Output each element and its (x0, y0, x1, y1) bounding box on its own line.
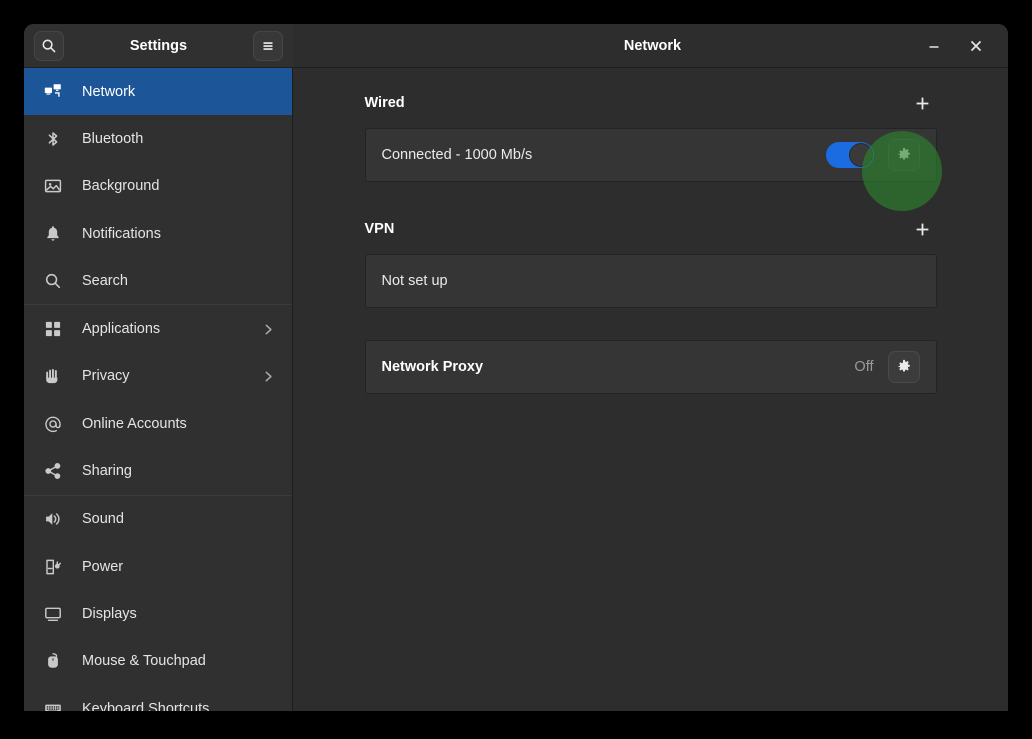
sidebar-item-search[interactable]: Search (24, 257, 292, 304)
sidebar-item-label: Search (82, 273, 276, 289)
sidebar-item-label: Network (82, 84, 276, 100)
wired-settings-button[interactable] (888, 139, 920, 171)
sidebar-item-label: Bluetooth (82, 131, 276, 147)
settings-window: Settings Network (24, 24, 1008, 711)
network-proxy-value: Off (854, 359, 873, 375)
add-vpn-button[interactable] (909, 215, 937, 243)
sidebar-item-applications[interactable]: Applications (24, 305, 292, 352)
sidebar-item-label: Notifications (82, 226, 276, 242)
gear-icon (896, 359, 912, 375)
battery-power-icon (44, 558, 62, 576)
display-monitor-icon (44, 605, 62, 623)
plus-icon (914, 95, 931, 112)
vpn-section-header: VPN (365, 214, 937, 244)
sidebar-item-keyboard-shortcuts[interactable]: Keyboard Shortcuts (24, 685, 292, 711)
sidebar-item-online-accounts[interactable]: Online Accounts (24, 400, 292, 447)
network-proxy-label: Network Proxy (382, 359, 855, 375)
minimize-button[interactable] (922, 34, 946, 58)
plus-icon (914, 221, 931, 238)
sidebar-item-label: Privacy (82, 368, 261, 384)
vpn-row: Not set up (366, 255, 936, 307)
hand-privacy-icon (44, 367, 62, 385)
keyboard-icon (44, 700, 62, 712)
applications-grid-icon (44, 320, 62, 338)
sidebar-item-sharing[interactable]: Sharing (24, 447, 292, 494)
sidebar-item-sound[interactable]: Sound (24, 496, 292, 543)
network-proxy-card: Network Proxy Off (365, 340, 937, 394)
window-body: Network Bluetooth Background Notifications S… (24, 68, 1008, 711)
sidebar-item-label: Displays (82, 606, 276, 622)
sidebar-item-label: Sharing (82, 463, 276, 479)
window-controls (922, 34, 994, 58)
header-bar: Settings Network (24, 24, 1008, 68)
vpn-title: VPN (365, 221, 395, 237)
sidebar-item-mouse-touchpad[interactable]: Mouse & Touchpad (24, 638, 292, 685)
sidebar-item-background[interactable]: Background (24, 163, 292, 210)
chevron-right-icon (261, 369, 276, 384)
sidebar-item-label: Mouse & Touchpad (82, 653, 276, 669)
sidebar-item-label: Keyboard Shortcuts (82, 701, 276, 712)
sidebar-item-label: Applications (82, 321, 261, 337)
sidebar[interactable]: Network Bluetooth Background Notifications S… (24, 68, 293, 711)
sidebar-item-label: Power (82, 559, 276, 575)
hamburger-menu-icon (260, 38, 276, 54)
wired-row: Connected - 1000 Mb/s (366, 129, 936, 181)
main-menu-button[interactable] (253, 31, 283, 61)
sidebar-item-label: Sound (82, 511, 276, 527)
background-icon (44, 177, 62, 195)
mouse-icon (44, 652, 62, 670)
search-icon (44, 272, 62, 290)
bluetooth-icon (44, 130, 62, 148)
search-button[interactable] (34, 31, 64, 61)
speaker-icon (44, 510, 62, 528)
gear-icon (896, 147, 912, 163)
window-header: Network (293, 24, 1008, 68)
network-proxy-settings-button[interactable] (888, 351, 920, 383)
sidebar-item-privacy[interactable]: Privacy (24, 353, 292, 400)
minimize-icon (927, 39, 941, 53)
toggle-knob (849, 143, 873, 167)
sidebar-item-network[interactable]: Network (24, 68, 292, 115)
sidebar-item-notifications[interactable]: Notifications (24, 210, 292, 257)
sidebar-item-label: Background (82, 178, 276, 194)
sidebar-item-power[interactable]: Power (24, 543, 292, 590)
vpn-status: Not set up (382, 273, 920, 289)
at-sign-icon (44, 415, 62, 433)
sidebar-header: Settings (24, 24, 293, 68)
network-proxy-row: Network Proxy Off (366, 341, 936, 393)
sidebar-item-bluetooth[interactable]: Bluetooth (24, 115, 292, 162)
wired-title: Wired (365, 95, 405, 111)
vpn-card: Not set up (365, 254, 937, 308)
add-wired-button[interactable] (909, 89, 937, 117)
wired-section-header: Wired (365, 88, 937, 118)
bell-icon (44, 225, 62, 243)
share-nodes-icon (44, 462, 62, 480)
close-icon (969, 39, 983, 53)
window-title: Network (293, 38, 922, 54)
close-button[interactable] (964, 34, 988, 58)
network-icon (44, 83, 62, 101)
wired-status: Connected - 1000 Mb/s (382, 147, 826, 163)
sidebar-item-label: Online Accounts (82, 416, 276, 432)
search-icon (41, 38, 57, 54)
main-content: Wired Connected - 1000 Mb/s (293, 68, 1008, 711)
chevron-right-icon (261, 322, 276, 337)
wired-card: Connected - 1000 Mb/s (365, 128, 937, 182)
sidebar-item-displays[interactable]: Displays (24, 590, 292, 637)
wired-toggle[interactable] (826, 142, 874, 168)
